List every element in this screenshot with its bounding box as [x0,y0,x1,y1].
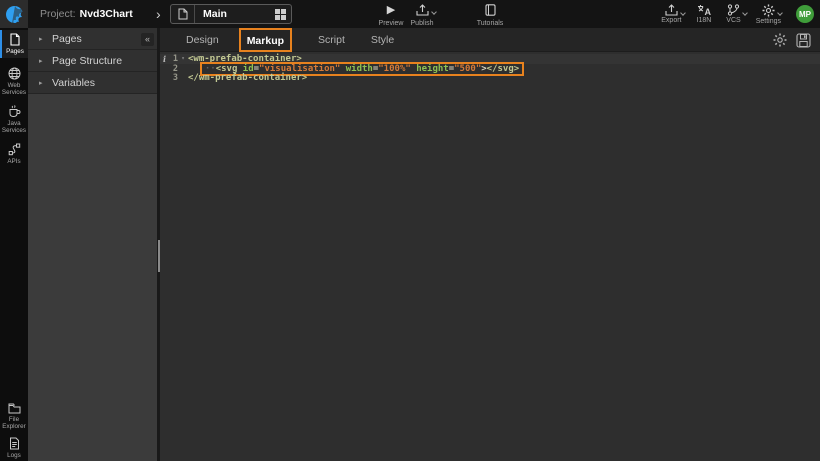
panel-section-pages[interactable]: ▸ Pages [28,28,157,50]
rail-item-web-services[interactable]: Web Services [0,64,28,98]
scrollbar-thumb[interactable] [158,240,160,272]
wavemaker-logo[interactable] [0,0,28,28]
export-label: Export [661,17,681,24]
tab-style[interactable]: Style [371,34,394,46]
settings-label: Settings [756,18,781,25]
line-number: 1 [169,54,178,64]
rail-label-java-services: Java Services [0,120,28,134]
settings-button[interactable]: Settings [756,4,781,25]
page-tab-main[interactable]: Main [170,4,292,24]
export-icon [665,4,678,16]
ide-window: Project: Nvd3Chart › Main [0,0,820,461]
editor-toolbar: Design Markup Script Style [160,28,820,52]
i18n-translate-icon: A [697,4,711,16]
user-avatar[interactable]: MP [796,5,814,23]
page-tab-label[interactable]: Main [195,8,269,20]
rail-label-pages: Pages [6,48,24,55]
panel-section-variables-label: Variables [52,77,95,89]
logs-icon [9,437,20,450]
panel-collapse-button[interactable]: « [141,33,154,46]
panel-divider[interactable] [157,28,160,461]
export-caret-icon [680,10,686,16]
coffee-cup-icon [8,105,21,118]
panel-section-page-structure-label: Page Structure [52,55,122,67]
layout-grid-icon[interactable] [269,5,291,23]
tutorials-button[interactable]: Tutorials [468,3,512,27]
rail-item-pages[interactable]: Pages [0,30,28,58]
tab-script[interactable]: Script [318,34,345,46]
project-label: Project: [40,8,76,20]
editor-settings-gear-icon[interactable] [773,33,787,47]
collapse-arrow-icon: ▸ [39,57,43,65]
rail-item-apis[interactable]: APIs [0,140,28,168]
publish-upload-icon [416,4,429,16]
panel-section-page-structure[interactable]: ▸ Page Structure [28,50,157,72]
tab-design[interactable]: Design [186,34,219,46]
code-editor[interactable]: i 1 ▾ <wm-prefab-container> 2 ··<svg id=… [160,52,820,83]
play-icon: ▶ [387,4,395,16]
code-text: </wm-prefab-container> [188,73,307,83]
pages-panel: ▸ Pages ▸ Page Structure ▸ Variables « [28,28,157,461]
tutorials-label: Tutorials [477,20,504,27]
save-icon[interactable] [796,33,811,48]
tab-markup[interactable]: Markup [247,35,284,47]
editor-area: Design Markup Script Style [160,28,820,461]
vcs-label: VCS [726,17,740,24]
globe-icon [8,67,21,80]
panel-section-variables[interactable]: ▸ Variables [28,72,157,94]
left-icon-rail: Pages Web Services Java Services [0,28,28,461]
grid-icon [275,9,286,20]
preview-label: Preview [379,20,404,27]
vcs-branch-icon [727,4,740,16]
rail-label-logs: Logs [7,452,21,459]
vcs-caret-icon [742,10,748,16]
project-name: Nvd3Chart [80,8,133,20]
code-line-2[interactable]: 2 ··<svg id="visualisation" width="100%"… [160,64,820,74]
svg-text:A: A [704,7,711,16]
project-title: Project: Nvd3Chart [40,0,133,28]
vcs-button[interactable]: VCS [726,4,740,24]
rail-item-file-explorer[interactable]: File Explorer [0,400,28,432]
panel-section-pages-label: Pages [52,33,82,45]
collapse-arrow-icon: ▸ [39,35,43,43]
rail-item-java-services[interactable]: Java Services [0,102,28,136]
publish-caret-icon [431,9,437,15]
topbar-right-group: Export A I18N [661,0,814,28]
fold-marker-icon[interactable]: ▾ [178,55,188,62]
page-file-icon[interactable] [171,5,195,23]
wavemaker-logo-icon [5,5,24,24]
line-number: 2 [169,64,178,74]
tutorials-book-icon [485,4,496,16]
i18n-button[interactable]: A I18N [697,4,712,24]
rail-label-file-explorer: File Explorer [0,416,28,430]
settings-gear-icon [762,4,775,17]
info-marker-icon: i [160,54,169,64]
editor-actions [773,28,811,52]
folder-icon [8,403,21,414]
top-bar: Project: Nvd3Chart › Main [0,0,820,28]
collapse-arrow-icon: ▸ [39,79,43,87]
publish-label: Publish [411,20,434,27]
rail-label-web-services: Web Services [0,82,28,96]
api-connector-icon [8,143,21,156]
publish-button[interactable]: Publish [402,3,442,27]
rail-label-apis: APIs [7,158,20,165]
export-button[interactable]: Export [661,4,681,24]
rail-item-logs[interactable]: Logs [0,434,28,461]
markup-tab-annotation-box: Markup [239,28,292,52]
chevron-right-icon: › [156,4,161,24]
line-number: 3 [169,73,178,83]
pages-icon [9,33,21,46]
i18n-label: I18N [697,17,712,24]
file-icon [178,8,188,20]
settings-caret-icon [777,10,783,16]
